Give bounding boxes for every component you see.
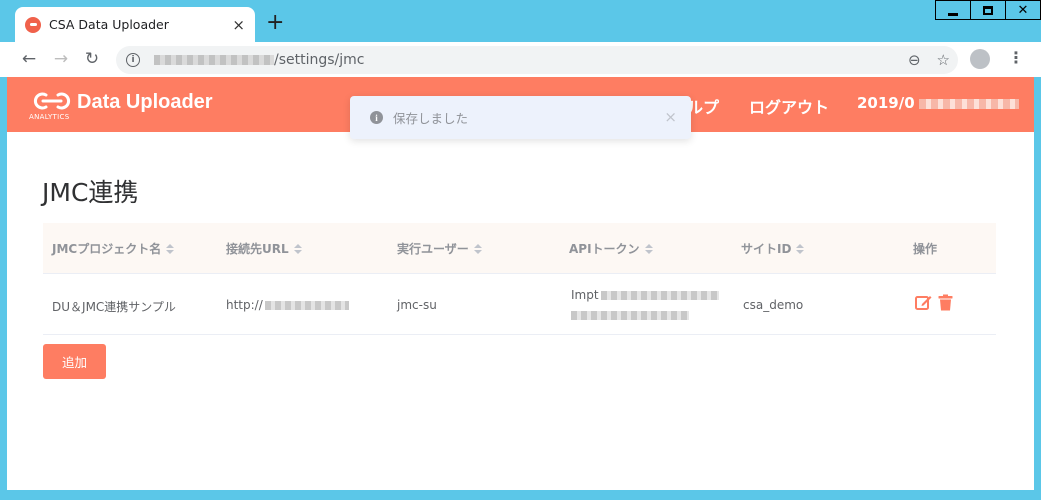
sort-caret-icon[interactable] <box>796 243 805 254</box>
site-info-icon[interactable]: i <box>126 53 140 67</box>
token-redacted-line1 <box>601 291 719 300</box>
header-date: 2019/0 <box>857 94 915 112</box>
page-title: JMC連携 <box>42 178 139 207</box>
csa-logo-icon <box>33 92 71 110</box>
tab-title: CSA Data Uploader <box>49 17 169 32</box>
sort-caret-icon[interactable] <box>473 243 482 254</box>
add-button[interactable]: 追加 <box>43 344 106 379</box>
edit-icon[interactable] <box>915 294 932 311</box>
column-label: サイトID <box>741 242 792 256</box>
close-window-button[interactable]: ✕ <box>1006 1 1040 19</box>
sort-caret-icon[interactable] <box>166 243 175 254</box>
bookmark-star-icon[interactable]: ☆ <box>937 51 950 69</box>
cell-site-id: csa_demo <box>743 298 804 312</box>
reload-icon[interactable]: ↻ <box>82 49 102 69</box>
column-label: JMCプロジェクト名 <box>52 242 162 256</box>
window-border-right <box>1034 77 1041 500</box>
table-row: DU＆JMC連携サンプル http:// jmc-su Impt csa_dem… <box>43 273 996 335</box>
zoom-icon[interactable]: ⊖ <box>908 51 921 69</box>
csa-favicon-icon <box>25 16 41 33</box>
cell-user: jmc-su <box>397 298 437 312</box>
window-border-left <box>0 77 7 500</box>
token-redacted-line2 <box>571 311 689 320</box>
column-label: 操作 <box>913 242 938 256</box>
url-redacted <box>264 301 349 310</box>
new-tab-button[interactable]: + <box>266 12 284 34</box>
minimize-button[interactable] <box>936 1 970 19</box>
column-header-user[interactable]: 実行ユーザー <box>397 240 482 257</box>
column-header-token[interactable]: APIトークン <box>569 240 653 257</box>
toast-text: 保存しました <box>393 111 469 126</box>
nav-help-link[interactable]: ルプ <box>687 94 719 118</box>
column-header-site-id[interactable]: サイトID <box>741 240 805 257</box>
table-header: JMCプロジェクト名 接続先URL 実行ユーザー APIトークン サイトID 操… <box>43 223 996 273</box>
column-label: 接続先URL <box>226 242 289 256</box>
trash-icon[interactable] <box>937 294 954 311</box>
browser-title-bar: CSA Data Uploader × + ✕ <box>0 0 1041 42</box>
toast-message: i 保存しました × <box>350 96 691 139</box>
omnibox-actions: ⊖ ☆ <box>908 51 950 69</box>
info-icon: i <box>370 111 383 124</box>
back-arrow-icon[interactable]: ← <box>19 49 39 69</box>
tab-close-icon[interactable]: × <box>232 16 245 34</box>
window-controls: ✕ <box>935 0 1041 20</box>
url-host-redacted <box>154 55 274 65</box>
cell-project: DU＆JMC連携サンプル <box>52 300 176 314</box>
column-header-actions: 操作 <box>913 240 937 257</box>
maximize-icon <box>983 5 993 15</box>
browser-toolbar: ← → ↻ i /settings/jmc ⊖ ☆ ⋮ <box>0 42 1041 77</box>
column-header-project[interactable]: JMCプロジェクト名 <box>52 240 175 257</box>
profile-avatar-icon[interactable] <box>970 49 990 69</box>
close-icon: ✕ <box>1017 2 1029 18</box>
cell-url: http:// <box>226 298 349 312</box>
forward-arrow-icon[interactable]: → <box>51 49 71 69</box>
column-label: 実行ユーザー <box>397 242 469 256</box>
header-date-redacted <box>919 99 1019 109</box>
cell-url-text: http:// <box>226 298 263 312</box>
sort-caret-icon[interactable] <box>293 243 302 254</box>
minimize-icon <box>948 12 958 16</box>
kebab-menu-icon[interactable]: ⋮ <box>1008 50 1024 66</box>
maximize-button[interactable] <box>971 1 1005 19</box>
brand-title[interactable]: Data Uploader <box>77 91 213 114</box>
address-bar[interactable]: i /settings/jmc ⊖ ☆ <box>116 46 958 74</box>
toast-close-icon[interactable]: × <box>664 108 677 126</box>
column-label: APIトークン <box>569 242 640 256</box>
row-actions <box>915 294 954 311</box>
logo-subtitle: ANALYTICS <box>29 113 70 121</box>
jmc-table: JMCプロジェクト名 接続先URL 実行ユーザー APIトークン サイトID 操… <box>43 223 996 335</box>
column-header-url[interactable]: 接続先URL <box>226 240 302 257</box>
sort-caret-icon[interactable] <box>644 243 653 254</box>
cell-token: Impt <box>571 288 599 302</box>
url-path: /settings/jmc <box>274 52 365 68</box>
browser-tab[interactable]: CSA Data Uploader × <box>15 7 255 42</box>
window-border-bottom <box>0 490 1041 500</box>
nav-logout-link[interactable]: ログアウト <box>749 94 829 118</box>
